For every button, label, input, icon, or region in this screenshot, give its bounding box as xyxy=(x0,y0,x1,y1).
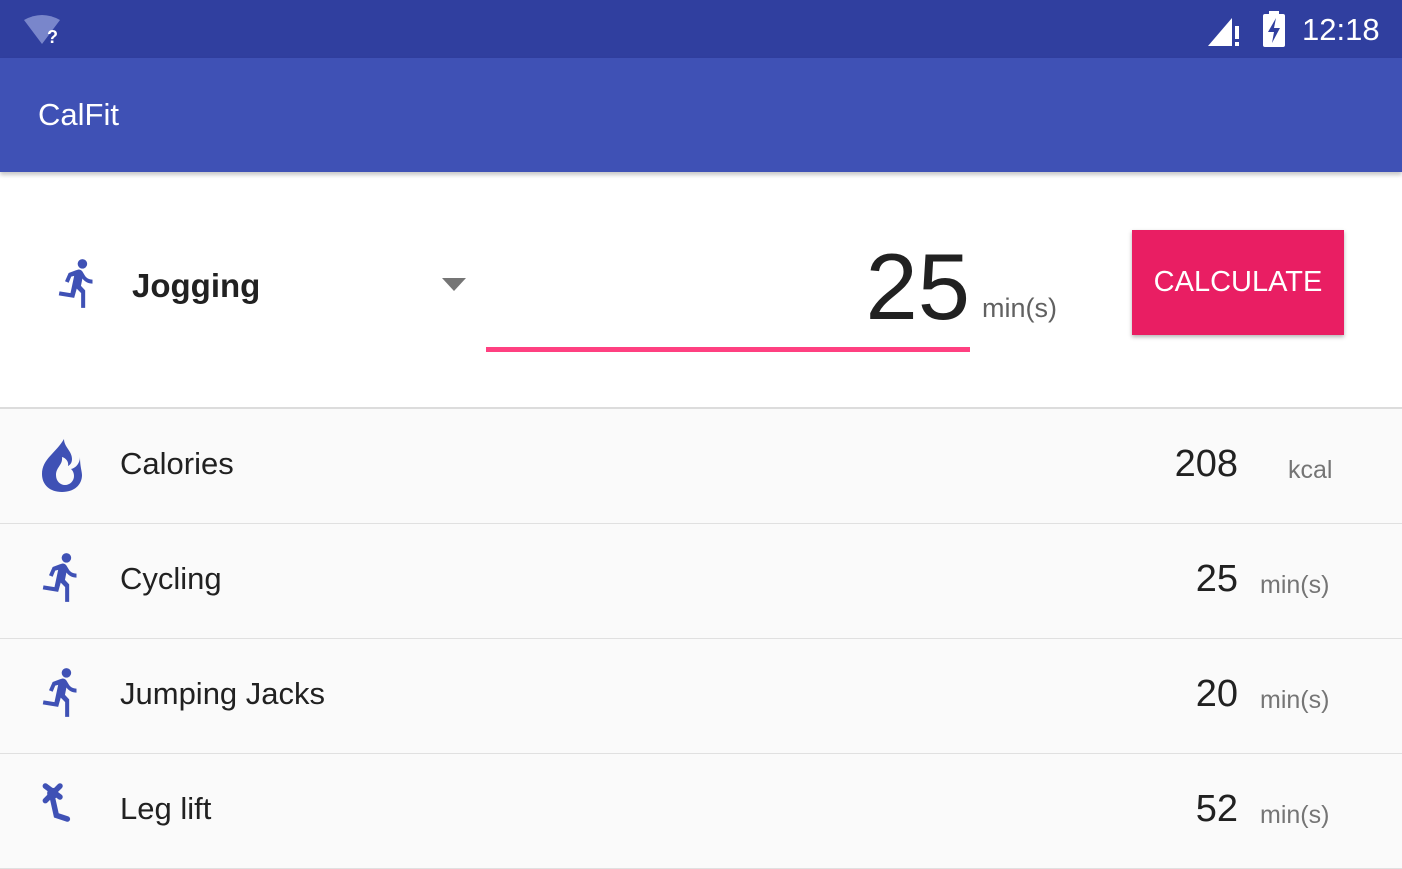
dropdown-arrow-icon[interactable] xyxy=(442,278,466,291)
status-bar: ? 12:18 xyxy=(0,0,1402,58)
list-item-unit: min(s) xyxy=(1260,801,1330,829)
results-list: Calories 208 kcal Cycling 25 min(s) Jump… xyxy=(0,409,1402,869)
list-item-label: Jumping Jacks xyxy=(120,676,326,711)
duration-input[interactable]: 25 xyxy=(486,232,970,342)
list-item-label: Leg lift xyxy=(120,791,212,826)
list-item-value: 20 xyxy=(1195,673,1238,715)
run-icon xyxy=(42,553,77,602)
fire-icon xyxy=(42,439,82,492)
list-item-value: 25 xyxy=(1195,558,1238,600)
list-item-unit: min(s) xyxy=(1260,571,1330,599)
app-title: CalFit xyxy=(38,97,119,132)
run-icon xyxy=(58,259,93,308)
run-icon xyxy=(42,668,77,717)
list-item-unit: min(s) xyxy=(1260,686,1330,714)
calculator-form: Jogging 25 min(s) CALCULATE xyxy=(0,172,1402,409)
leg-lift-icon xyxy=(42,783,71,822)
activity-select-value[interactable]: Jogging xyxy=(132,266,260,306)
list-item-label: Cycling xyxy=(120,561,222,596)
list-item-unit: kcal xyxy=(1288,456,1333,484)
svg-text:?: ? xyxy=(47,27,58,46)
duration-unit: min(s) xyxy=(982,293,1057,323)
list-item[interactable]: Calories 208 kcal xyxy=(0,409,1402,524)
wifi-unknown-icon: ? xyxy=(24,15,60,46)
app-bar: CalFit xyxy=(0,58,1402,172)
list-item[interactable]: Leg lift 52 min(s) xyxy=(0,754,1402,869)
duration-input-underline xyxy=(486,347,970,352)
calculate-button[interactable]: CALCULATE xyxy=(1132,230,1344,335)
list-item[interactable]: Jumping Jacks 20 min(s) xyxy=(0,639,1402,754)
battery-charging-icon xyxy=(1263,11,1285,47)
list-item-label: Calories xyxy=(120,446,234,481)
list-item-value: 208 xyxy=(1174,443,1238,485)
signal-alert-icon xyxy=(1208,18,1239,46)
list-item-value: 52 xyxy=(1195,788,1238,830)
status-time: 12:18 xyxy=(1302,12,1380,47)
list-item[interactable]: Cycling 25 min(s) xyxy=(0,524,1402,639)
